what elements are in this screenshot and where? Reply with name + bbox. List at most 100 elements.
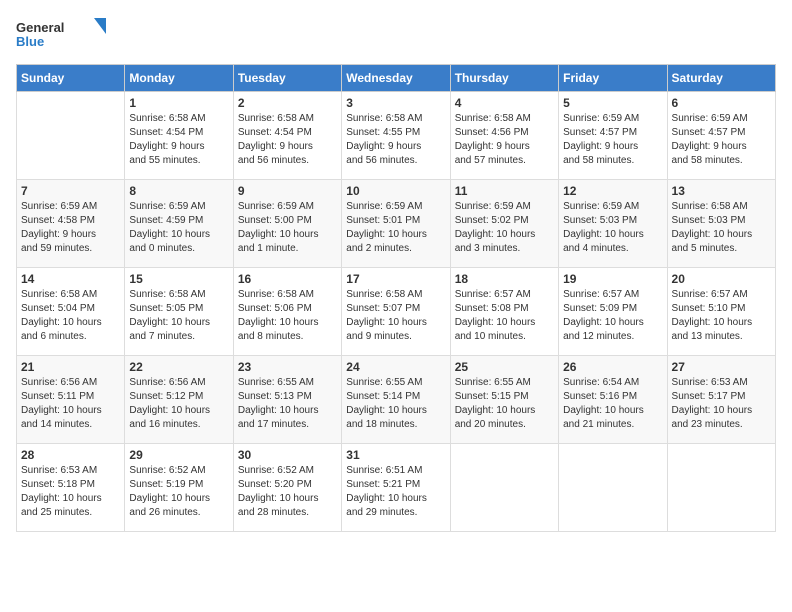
col-header-sunday: Sunday xyxy=(17,65,125,92)
day-info: Sunrise: 6:51 AMSunset: 5:21 PMDaylight:… xyxy=(346,464,445,520)
calendar-cell: 26 Sunrise: 6:54 AMSunset: 5:16 PMDayligh… xyxy=(559,356,667,444)
calendar-cell xyxy=(667,444,775,532)
day-number: 24 xyxy=(346,360,445,374)
col-header-thursday: Thursday xyxy=(450,65,558,92)
col-header-friday: Friday xyxy=(559,65,667,92)
day-info: Sunrise: 6:59 AMSunset: 4:57 PMDaylight:… xyxy=(672,112,771,168)
day-info: Sunrise: 6:59 AMSunset: 4:59 PMDaylight:… xyxy=(129,200,228,256)
day-number: 7 xyxy=(21,184,120,198)
day-number: 27 xyxy=(672,360,771,374)
col-header-wednesday: Wednesday xyxy=(342,65,450,92)
calendar-cell: 12Sunrise: 6:59 AMSunset: 5:03 PMDayligh… xyxy=(559,180,667,268)
day-info: Sunrise: 6:59 AMSunset: 5:01 PMDaylight:… xyxy=(346,200,445,256)
day-number: 2 xyxy=(238,96,337,110)
day-number: 22 xyxy=(129,360,228,374)
day-info: Sunrise: 6:56 AMSunset: 5:11 PMDaylight:… xyxy=(21,376,120,432)
calendar-cell: 1Sunrise: 6:58 AMSunset: 4:54 PMDaylight… xyxy=(125,92,233,180)
calendar-cell: 6 Sunrise: 6:59 AMSunset: 4:57 PMDaylight… xyxy=(667,92,775,180)
day-number: 21 xyxy=(21,360,120,374)
calendar-cell: 25 Sunrise: 6:55 AMSunset: 5:15 PMDayligh… xyxy=(450,356,558,444)
day-info: Sunrise: 6:58 AMSunset: 5:03 PMDaylight:… xyxy=(672,200,771,256)
day-info: Sunrise: 6:54 AMSunset: 5:16 PMDaylight:… xyxy=(563,376,662,432)
day-info: Sunrise: 6:58 AMSunset: 4:54 PMDaylight:… xyxy=(238,112,337,168)
col-header-saturday: Saturday xyxy=(667,65,775,92)
calendar-cell: 31 Sunrise: 6:51 AMSunset: 5:21 PMDayligh… xyxy=(342,444,450,532)
day-number: 16 xyxy=(238,272,337,286)
day-number: 13 xyxy=(672,184,771,198)
day-info: Sunrise: 6:58 AMSunset: 5:05 PMDaylight:… xyxy=(129,288,228,344)
calendar-cell: 4Sunrise: 6:58 AMSunset: 4:56 PMDaylight… xyxy=(450,92,558,180)
day-info: Sunrise: 6:55 AMSunset: 5:15 PMDaylight:… xyxy=(455,376,554,432)
calendar-cell: 29 Sunrise: 6:52 AMSunset: 5:19 PMDayligh… xyxy=(125,444,233,532)
day-info: Sunrise: 6:59 AMSunset: 4:57 PMDaylight:… xyxy=(563,112,662,168)
calendar-table: SundayMondayTuesdayWednesdayThursdayFrid… xyxy=(16,64,776,532)
calendar-cell: 13 Sunrise: 6:58 AMSunset: 5:03 PMDayligh… xyxy=(667,180,775,268)
day-info: Sunrise: 6:58 AMSunset: 4:55 PMDaylight:… xyxy=(346,112,445,168)
calendar-cell: 18 Sunrise: 6:57 AMSunset: 5:08 PMDayligh… xyxy=(450,268,558,356)
day-number: 3 xyxy=(346,96,445,110)
calendar-week-row: 1 Sunrise: 6:58 AMSunset: 4:54 PMDaylight… xyxy=(17,92,776,180)
svg-text:General: General xyxy=(16,20,64,35)
day-info: Sunrise: 6:55 AMSunset: 5:13 PMDaylight:… xyxy=(238,376,337,432)
day-number: 6 xyxy=(672,96,771,110)
logo: General Blue xyxy=(16,16,106,52)
day-number: 25 xyxy=(455,360,554,374)
calendar-week-row: 28Sunrise: 6:53 AMSunset: 5:18 PMDayligh… xyxy=(17,444,776,532)
day-number: 15 xyxy=(129,272,228,286)
day-number: 29 xyxy=(129,448,228,462)
header: General Blue xyxy=(16,16,776,52)
calendar-cell: 2 Sunrise: 6:58 AMSunset: 4:54 PMDaylight… xyxy=(233,92,341,180)
day-number: 8 xyxy=(129,184,228,198)
calendar-header-row: SundayMondayTuesdayWednesdayThursdayFrid… xyxy=(17,65,776,92)
day-info: Sunrise: 6:58 AMSunset: 5:04 PMDaylight:… xyxy=(21,288,120,344)
calendar-cell: 24 Sunrise: 6:55 AMSunset: 5:14 PMDayligh… xyxy=(342,356,450,444)
calendar-cell: 8 Sunrise: 6:59 AMSunset: 4:59 PMDaylight… xyxy=(125,180,233,268)
calendar-cell: 3 Sunrise: 6:58 AMSunset: 4:55 PMDaylight… xyxy=(342,92,450,180)
day-number: 17 xyxy=(346,272,445,286)
svg-text:Blue: Blue xyxy=(16,34,44,49)
day-info: Sunrise: 6:52 AMSunset: 5:19 PMDaylight:… xyxy=(129,464,228,520)
day-info: Sunrise: 6:56 AMSunset: 5:12 PMDaylight:… xyxy=(129,376,228,432)
calendar-cell: 15 Sunrise: 6:58 AMSunset: 5:05 PMDayligh… xyxy=(125,268,233,356)
day-info: Sunrise: 6:57 AMSunset: 5:08 PMDaylight:… xyxy=(455,288,554,344)
day-info: Sunrise: 6:58 AMSunset: 5:06 PMDaylight:… xyxy=(238,288,337,344)
calendar-week-row: 7 Sunrise: 6:59 AMSunset: 4:58 PMDaylight… xyxy=(17,180,776,268)
day-info: Sunrise: 6:57 AMSunset: 5:10 PMDaylight:… xyxy=(672,288,771,344)
day-number: 4 xyxy=(455,96,554,110)
calendar-cell xyxy=(450,444,558,532)
calendar-cell: 27 Sunrise: 6:53 AMSunset: 5:17 PMDayligh… xyxy=(667,356,775,444)
logo-svg: General Blue xyxy=(16,16,106,52)
day-info: Sunrise: 6:59 AMSunset: 5:03 PMDaylight:… xyxy=(563,200,662,256)
calendar-cell xyxy=(17,92,125,180)
calendar-cell: 22 Sunrise: 6:56 AMSunset: 5:12 PMDayligh… xyxy=(125,356,233,444)
calendar-cell: 19 Sunrise: 6:57 AMSunset: 5:09 PMDayligh… xyxy=(559,268,667,356)
day-info: Sunrise: 6:57 AMSunset: 5:09 PMDaylight:… xyxy=(563,288,662,344)
calendar-cell: 7 Sunrise: 6:59 AMSunset: 4:58 PMDaylight… xyxy=(17,180,125,268)
calendar-cell: 30 Sunrise: 6:52 AMSunset: 5:20 PMDayligh… xyxy=(233,444,341,532)
day-info: Sunrise: 6:53 AMSunset: 5:17 PMDaylight:… xyxy=(672,376,771,432)
calendar-cell xyxy=(559,444,667,532)
calendar-cell: 28Sunrise: 6:53 AMSunset: 5:18 PMDayligh… xyxy=(17,444,125,532)
col-header-monday: Monday xyxy=(125,65,233,92)
calendar-cell: 11Sunrise: 6:59 AMSunset: 5:02 PMDayligh… xyxy=(450,180,558,268)
day-number: 5 xyxy=(563,96,662,110)
day-number: 31 xyxy=(346,448,445,462)
day-number: 1 xyxy=(129,96,228,110)
day-number: 30 xyxy=(238,448,337,462)
calendar-cell: 23Sunrise: 6:55 AMSunset: 5:13 PMDayligh… xyxy=(233,356,341,444)
calendar-cell: 10Sunrise: 6:59 AMSunset: 5:01 PMDayligh… xyxy=(342,180,450,268)
day-number: 18 xyxy=(455,272,554,286)
day-info: Sunrise: 6:59 AMSunset: 5:02 PMDaylight:… xyxy=(455,200,554,256)
day-info: Sunrise: 6:55 AMSunset: 5:14 PMDaylight:… xyxy=(346,376,445,432)
day-info: Sunrise: 6:58 AMSunset: 5:07 PMDaylight:… xyxy=(346,288,445,344)
day-number: 19 xyxy=(563,272,662,286)
day-number: 9 xyxy=(238,184,337,198)
col-header-tuesday: Tuesday xyxy=(233,65,341,92)
day-info: Sunrise: 6:59 AMSunset: 5:00 PMDaylight:… xyxy=(238,200,337,256)
day-number: 26 xyxy=(563,360,662,374)
day-info: Sunrise: 6:52 AMSunset: 5:20 PMDaylight:… xyxy=(238,464,337,520)
calendar-cell: 14Sunrise: 6:58 AMSunset: 5:04 PMDayligh… xyxy=(17,268,125,356)
calendar-cell: 9 Sunrise: 6:59 AMSunset: 5:00 PMDaylight… xyxy=(233,180,341,268)
calendar-week-row: 14Sunrise: 6:58 AMSunset: 5:04 PMDayligh… xyxy=(17,268,776,356)
day-info: Sunrise: 6:59 AMSunset: 4:58 PMDaylight:… xyxy=(21,200,120,256)
